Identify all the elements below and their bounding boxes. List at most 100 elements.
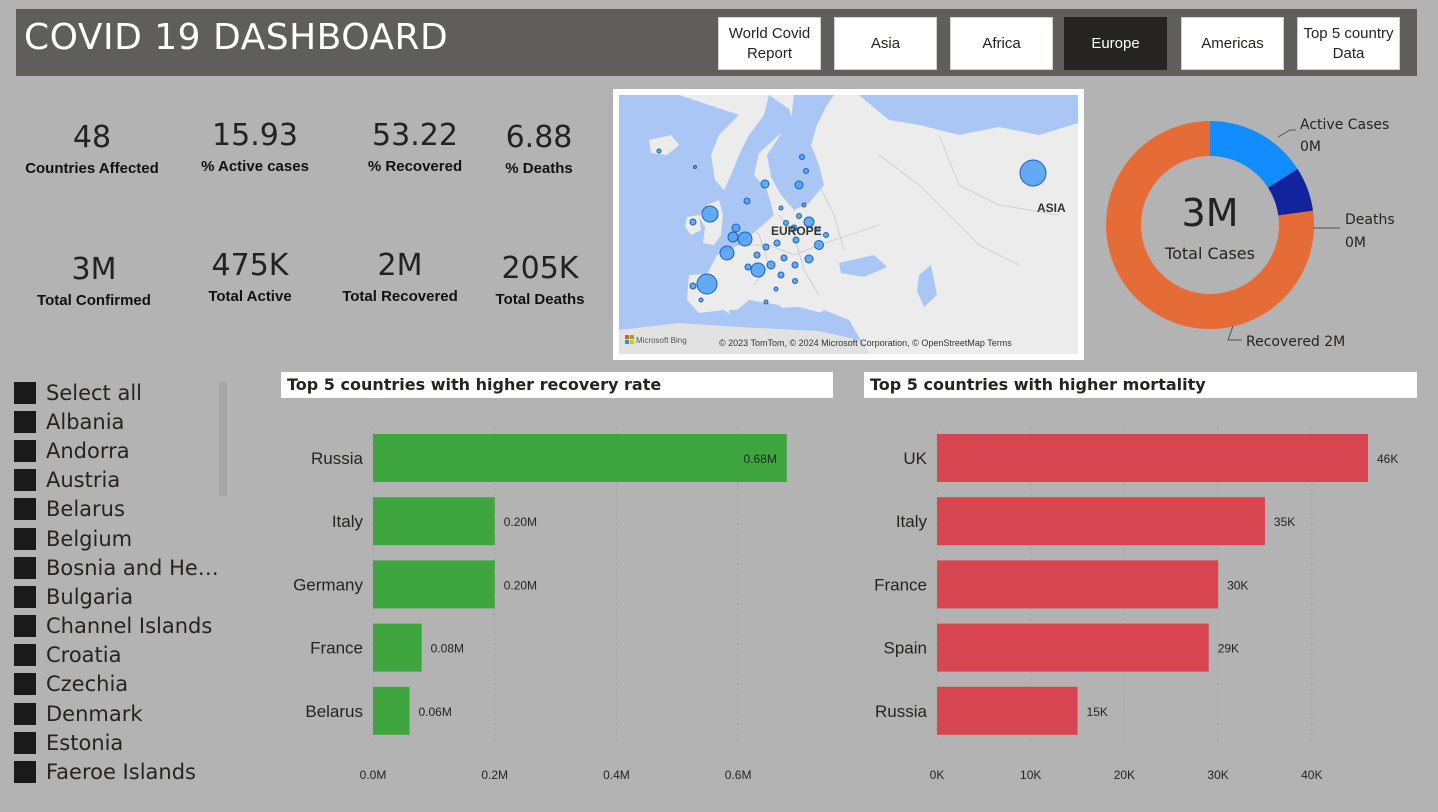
- data-label: 46K: [1377, 452, 1398, 466]
- checkbox-icon[interactable]: [14, 615, 36, 638]
- map-label-europe: EUROPE: [771, 224, 822, 238]
- bar[interactable]: [373, 686, 410, 735]
- europe-map[interactable]: EUROPE ASIA Microsoft Bing © 2023 TomTom…: [613, 89, 1084, 360]
- total-cases-donut[interactable]: 3M Total Cases Active Cases 0M Deaths 0M…: [1100, 100, 1420, 360]
- checkbox-icon[interactable]: [14, 381, 36, 404]
- slicer-item-label: Denmark: [46, 701, 143, 726]
- nav-americas-button[interactable]: Americas: [1181, 17, 1284, 70]
- category-label: Russia: [875, 702, 928, 721]
- bar[interactable]: [937, 560, 1219, 609]
- slicer-item-label: Channel Islands: [46, 614, 213, 639]
- nav-asia-button[interactable]: Asia: [834, 17, 937, 70]
- x-tick-label: 10K: [1020, 768, 1041, 782]
- nav-africa-button[interactable]: Africa: [950, 17, 1053, 70]
- bar[interactable]: [373, 560, 495, 609]
- category-label: Italy: [896, 512, 928, 531]
- category-label: France: [874, 575, 927, 594]
- kpi-countries-affected: 48 Countries Affected: [17, 120, 167, 177]
- bar[interactable]: [373, 623, 422, 672]
- donut-label-active-name: Active Cases: [1300, 117, 1389, 133]
- checkbox-icon[interactable]: [14, 585, 36, 608]
- nav-top5-country-data-button[interactable]: Top 5 country Data: [1297, 17, 1400, 70]
- mortality-bar-chart[interactable]: 0K 10K 20K 30K 40K UK 46K Italy 35K France 30K Spai…: [864, 398, 1419, 790]
- data-label: 35K: [1274, 515, 1295, 529]
- category-label: UK: [903, 449, 927, 468]
- bar[interactable]: [937, 497, 1265, 546]
- data-label: 29K: [1218, 642, 1239, 656]
- bar[interactable]: [373, 497, 495, 546]
- donut-leader-active: [1277, 129, 1296, 138]
- slicer-item[interactable]: Belarus: [14, 495, 229, 524]
- category-label: Belarus: [305, 702, 363, 721]
- category-label: France: [310, 639, 363, 658]
- page-title: COVID 19 DASHBOARD: [24, 17, 449, 58]
- bar[interactable]: [373, 434, 787, 482]
- checkbox-icon[interactable]: [14, 527, 36, 550]
- kpi-pct-active: 15.93 % Active cases: [180, 118, 330, 175]
- donut-leader-recovered: [1227, 325, 1242, 341]
- slicer-item-label: Select all: [46, 380, 142, 405]
- category-label: Germany: [293, 575, 363, 594]
- kpi-label: Total Deaths: [495, 291, 585, 308]
- map-attribution[interactable]: © 2023 TomTom, © 2024 Microsoft Corporat…: [719, 338, 1012, 348]
- x-tick-label: 0.4M: [603, 768, 630, 782]
- x-tick-label: 0.2M: [481, 768, 508, 782]
- nav-europe-button[interactable]: Europe: [1064, 17, 1167, 70]
- checkbox-icon[interactable]: [14, 761, 36, 784]
- slicer-scrollbar[interactable]: [219, 382, 227, 496]
- slicer-item[interactable]: Bosnia and Herz...: [14, 553, 229, 582]
- kpi-label: % Active cases: [201, 158, 309, 175]
- recovery-bar-chart[interactable]: 0.0M 0.2M 0.4M 0.6M Russia 0.68M Italy 0.20M Ger…: [281, 398, 836, 790]
- slicer-item-label: Albania: [46, 409, 125, 434]
- x-tick-label: 40K: [1301, 768, 1322, 782]
- slicer-item[interactable]: Andorra: [14, 436, 229, 465]
- slicer-item-label: Faeroe Islands: [46, 760, 196, 785]
- donut-center-value: 3M: [1182, 191, 1239, 235]
- slicer-item[interactable]: Austria: [14, 466, 229, 495]
- map-canvas[interactable]: EUROPE ASIA Microsoft Bing © 2023 TomTom…: [619, 95, 1078, 354]
- kpi-label: Total Recovered: [342, 288, 458, 305]
- slicer-item[interactable]: Croatia: [14, 641, 229, 670]
- checkbox-icon[interactable]: [14, 673, 36, 696]
- bar[interactable]: [937, 686, 1078, 735]
- slicer-item-label: Bosnia and Herz...: [46, 555, 226, 580]
- slicer-item[interactable]: Czechia: [14, 670, 229, 699]
- kpi-total-deaths: 205K Total Deaths: [465, 251, 615, 308]
- bar[interactable]: [937, 623, 1209, 672]
- slicer-item-label: Bulgaria: [46, 584, 134, 609]
- checkbox-icon[interactable]: [14, 410, 36, 433]
- slicer-item[interactable]: Albania: [14, 407, 229, 436]
- checkbox-icon[interactable]: [14, 498, 36, 521]
- x-tick-label: 30K: [1207, 768, 1228, 782]
- slicer-item-label: Belgium: [46, 526, 133, 551]
- slicer-select-all[interactable]: Select all: [14, 378, 229, 407]
- slicer-item[interactable]: Estonia: [14, 728, 229, 757]
- slicer-item[interactable]: Denmark: [14, 699, 229, 728]
- kpi-label: Countries Affected: [25, 160, 159, 177]
- checkbox-icon[interactable]: [14, 469, 36, 492]
- kpi-total-active: 475K Total Active: [175, 248, 325, 305]
- slicer-item[interactable]: Faeroe Islands: [14, 757, 229, 786]
- checkbox-icon[interactable]: [14, 644, 36, 667]
- bar[interactable]: [937, 434, 1368, 482]
- mortality-chart-title: Top 5 countries with higher mortality: [864, 372, 1417, 398]
- donut-label-active-value: 0M: [1300, 139, 1321, 155]
- dashboard-canvas: COVID 19 DASHBOARD World Covid Report As…: [0, 0, 1438, 812]
- slicer-item-label: Belarus: [46, 497, 125, 522]
- slicer-item[interactable]: Channel Islands: [14, 612, 229, 641]
- kpi-pct-deaths: 6.88 % Deaths: [464, 120, 614, 177]
- kpi-value: 48: [72, 120, 112, 155]
- x-tick-label: 0.6M: [725, 768, 752, 782]
- nav-world-covid-report-button[interactable]: World Covid Report: [718, 17, 821, 70]
- checkbox-icon[interactable]: [14, 702, 36, 725]
- country-slicer[interactable]: Select all Albania Andorra Austria Belarus Be…: [14, 378, 229, 787]
- slicer-item[interactable]: Belgium: [14, 524, 229, 553]
- kpi-total-recovered: 2M Total Recovered: [325, 248, 475, 305]
- checkbox-icon[interactable]: [14, 556, 36, 579]
- data-label: 0.06M: [419, 705, 452, 719]
- category-label: Russia: [311, 449, 364, 468]
- slicer-item[interactable]: Bulgaria: [14, 582, 229, 611]
- slicer-item-label: Andorra: [46, 438, 130, 463]
- checkbox-icon[interactable]: [14, 731, 36, 754]
- checkbox-icon[interactable]: [14, 439, 36, 462]
